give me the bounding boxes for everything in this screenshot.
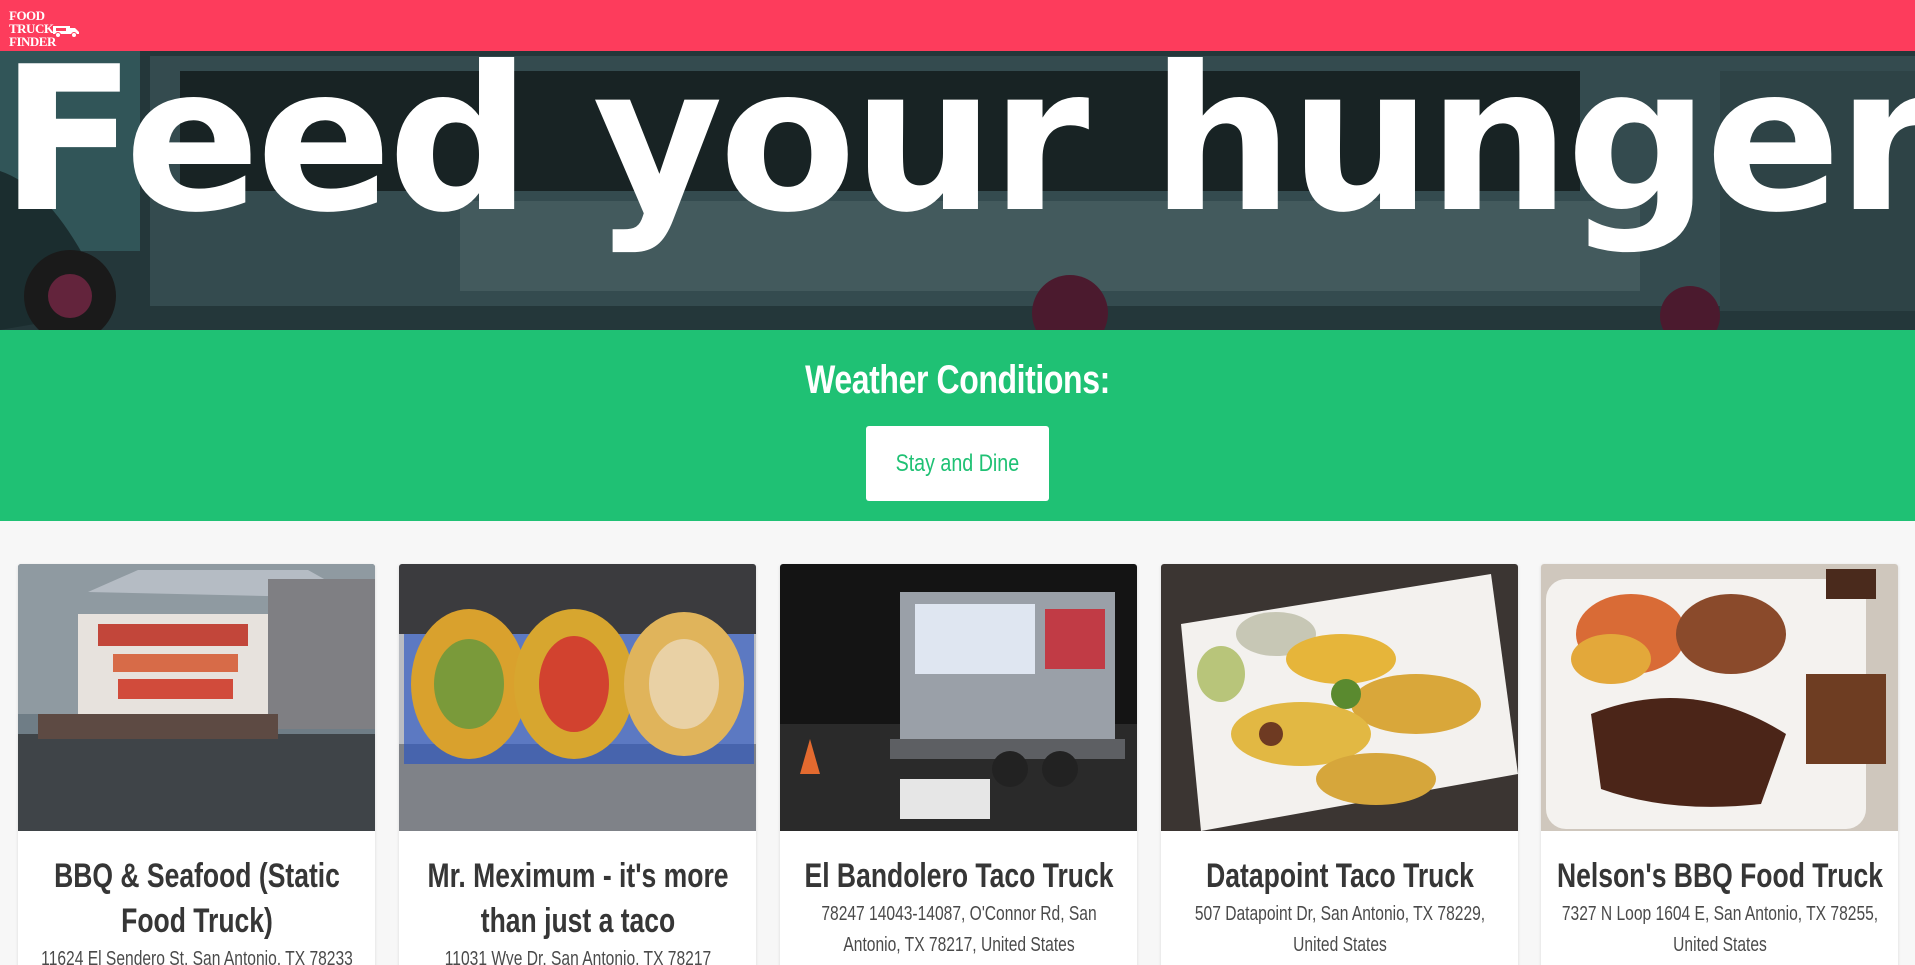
site-logo[interactable]: FOOD TRUCK FINDER <box>9 8 83 48</box>
food-truck-name: Datapoint Taco Truck <box>1206 857 1474 895</box>
hero-title: Feed your hunger <box>0 51 1915 257</box>
food-truck-address: 507 Datapoint Dr, San Antonio, TX 78229,… <box>1194 903 1486 956</box>
stay-and-dine-button[interactable]: Stay and Dine <box>866 426 1049 501</box>
food-truck-card[interactable]: El Bandolero Taco Truck 78247 14043-1408… <box>780 564 1137 965</box>
weather-conditions-section: Weather Conditions: Stay and Dine <box>0 330 1915 521</box>
food-truck-name: Nelson's BBQ Food Truck <box>1556 857 1884 895</box>
food-truck-address: 78247 14043-14087, O'Connor Rd, San Anto… <box>821 903 1097 956</box>
food-truck-name: El Bandolero Taco Truck <box>804 857 1114 895</box>
food-truck-address: 7327 N Loop 1604 E, San Antonio, TX 7825… <box>1561 903 1879 956</box>
food-truck-card[interactable]: Mr. Meximum - it's more than just a taco… <box>399 564 756 965</box>
navbar: FOOD TRUCK FINDER <box>0 0 1915 51</box>
food-truck-list: BBQ & Seafood (Static Food Truck) 11624 … <box>0 564 1915 965</box>
food-truck-photo <box>780 564 1137 831</box>
food-truck-icon <box>53 26 79 38</box>
food-truck-card[interactable]: BBQ & Seafood (Static Food Truck) 11624 … <box>18 564 375 965</box>
food-truck-photo <box>1541 564 1898 831</box>
food-truck-card[interactable]: Nelson's BBQ Food Truck 7327 N Loop 1604… <box>1541 564 1898 965</box>
weather-title: Weather Conditions: <box>805 358 1110 402</box>
food-truck-photo <box>399 564 756 831</box>
food-truck-photo <box>1161 564 1518 831</box>
food-truck-name: Mr. Meximum - it's more than just a taco <box>427 857 729 940</box>
hero-banner: Feed your hunger <box>0 51 1915 330</box>
food-truck-card[interactable]: Datapoint Taco Truck 507 Datapoint Dr, S… <box>1161 564 1518 965</box>
stay-and-dine-label: Stay and Dine <box>895 449 1020 477</box>
food-truck-address: 11031 Wye Dr, San Antonio, TX 78217 <box>444 948 712 965</box>
logo-line-1: FOOD TRUCK <box>9 8 54 36</box>
food-truck-photo <box>18 564 375 831</box>
food-truck-name: BBQ & Seafood (Static Food Truck) <box>54 857 340 940</box>
food-truck-address: 11624 El Sendero St, San Antonio, TX 782… <box>41 948 353 965</box>
